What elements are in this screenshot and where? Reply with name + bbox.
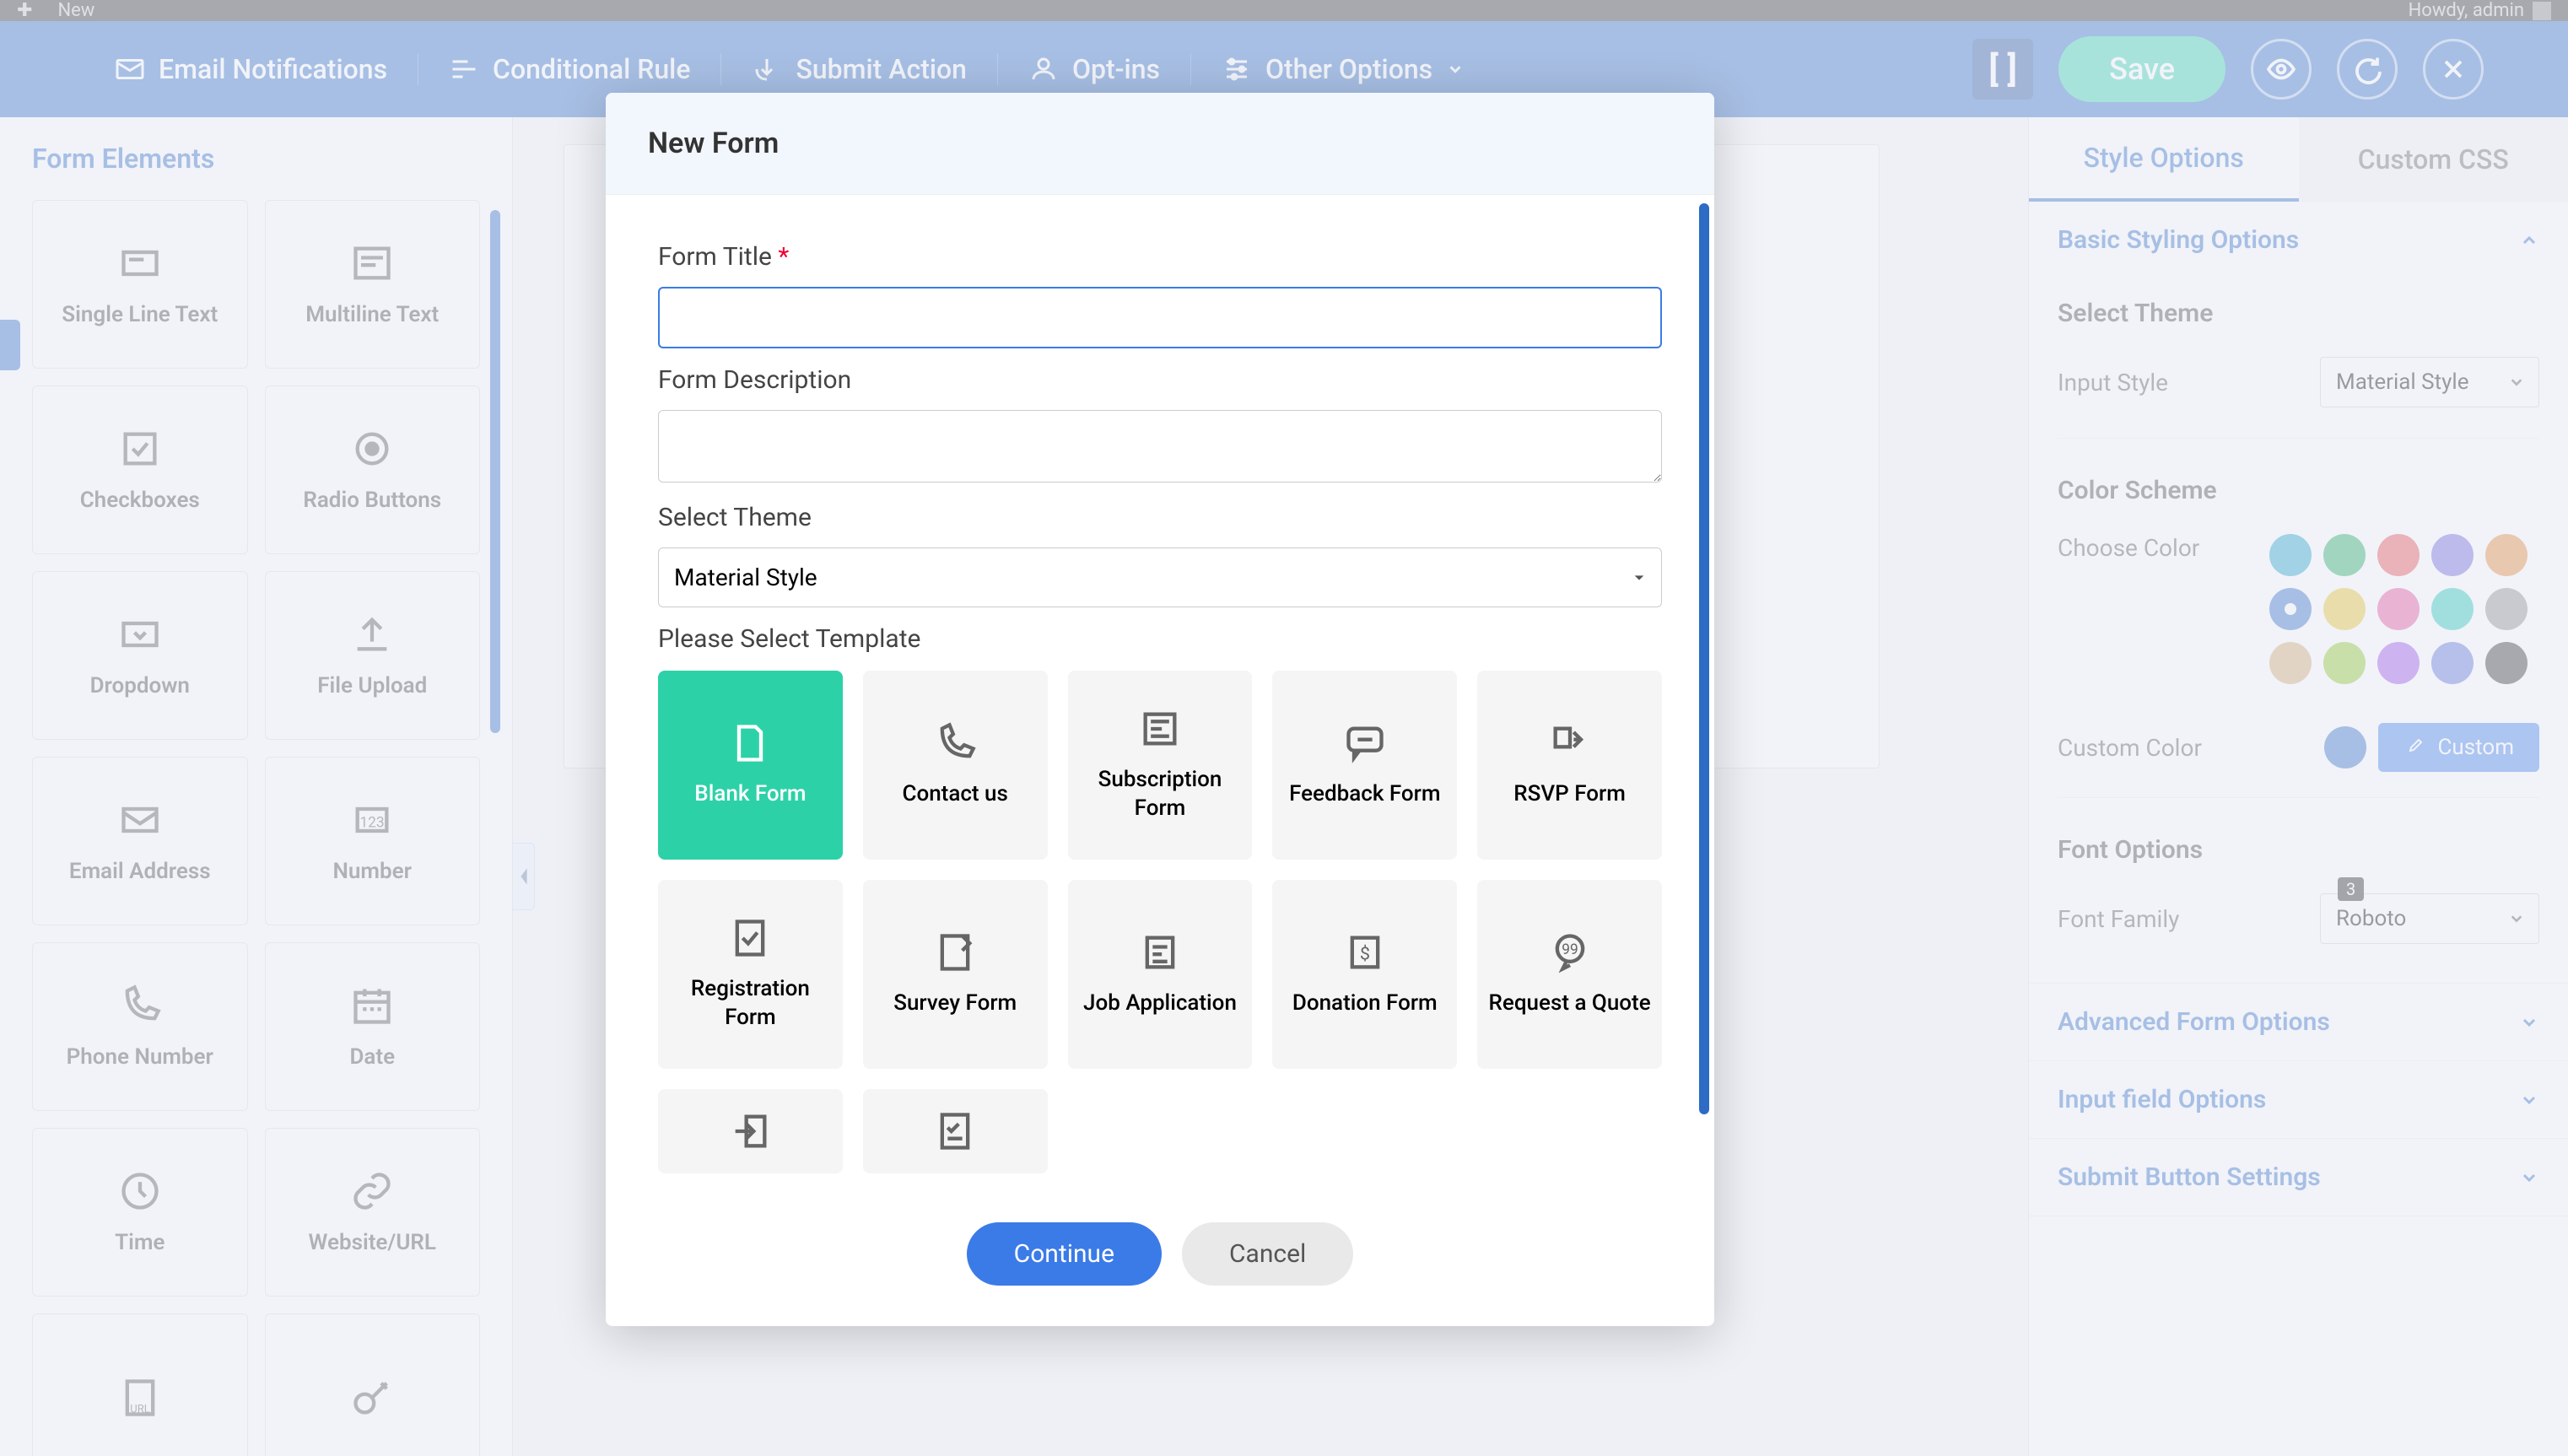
continue-button[interactable]: Continue — [967, 1222, 1162, 1286]
template-label: Request a Quote — [1481, 990, 1659, 1018]
template-extra-2[interactable] — [863, 1089, 1048, 1173]
template-contact-us[interactable]: Contact us — [863, 671, 1048, 860]
template-label: Feedback Form — [1281, 780, 1449, 809]
form-desc-label: Form Description — [658, 365, 1662, 395]
modal-title: New Form — [606, 93, 1714, 195]
template-label: Subscription Form — [1068, 766, 1253, 823]
form-title-label: Form Title * — [658, 242, 1662, 272]
template-request-quote[interactable]: 99 Request a Quote — [1477, 880, 1662, 1069]
template-survey[interactable]: Survey Form — [863, 880, 1048, 1069]
blank-icon — [728, 721, 772, 765]
template-donation[interactable]: $ Donation Form — [1272, 880, 1457, 1069]
template-label: Blank Form — [686, 780, 814, 809]
register-icon — [728, 916, 772, 960]
phone-icon — [933, 721, 977, 765]
modal-scrollbar[interactable] — [1699, 203, 1709, 1190]
template-label: Contact us — [893, 780, 1016, 809]
template-feedback[interactable]: Feedback Form — [1272, 671, 1457, 860]
select-template-label: Please Select Template — [658, 624, 1662, 654]
select-theme-dropdown[interactable]: Material Style — [658, 547, 1662, 607]
template-rsvp[interactable]: RSVP Form — [1477, 671, 1662, 860]
svg-text:$: $ — [1360, 944, 1370, 965]
checklist-icon — [933, 1109, 977, 1153]
chat-icon — [1343, 721, 1387, 765]
template-subscription[interactable]: Subscription Form — [1068, 671, 1253, 860]
template-blank-form[interactable]: Blank Form — [658, 671, 843, 860]
application-icon — [1138, 930, 1182, 974]
template-registration[interactable]: Registration Form — [658, 880, 843, 1069]
template-label: Registration Form — [658, 975, 843, 1033]
template-label: RSVP Form — [1505, 780, 1634, 809]
new-form-modal: New Form Form Title * Form Description S… — [606, 93, 1714, 1326]
template-grid: Blank Form Contact us Subscription Form … — [658, 671, 1662, 1173]
caret-down-icon — [1632, 571, 1646, 585]
template-extra-1[interactable] — [658, 1089, 843, 1173]
template-label: Job Application — [1075, 990, 1245, 1018]
select-value: Material Style — [674, 564, 817, 591]
svg-text:99: 99 — [1562, 941, 1578, 958]
cancel-button[interactable]: Cancel — [1182, 1222, 1353, 1286]
form-title-input[interactable] — [658, 287, 1662, 348]
template-job-application[interactable]: Job Application — [1068, 880, 1253, 1069]
rsvp-icon — [1548, 721, 1592, 765]
survey-icon — [933, 930, 977, 974]
login-icon — [728, 1109, 772, 1153]
form-desc-textarea[interactable] — [658, 410, 1662, 483]
select-theme-label: Select Theme — [658, 503, 1662, 532]
money-icon: $ — [1343, 930, 1387, 974]
quote-icon: 99 — [1548, 930, 1592, 974]
template-label: Survey Form — [885, 990, 1025, 1018]
template-label: Donation Form — [1284, 990, 1446, 1018]
news-icon — [1138, 707, 1182, 751]
